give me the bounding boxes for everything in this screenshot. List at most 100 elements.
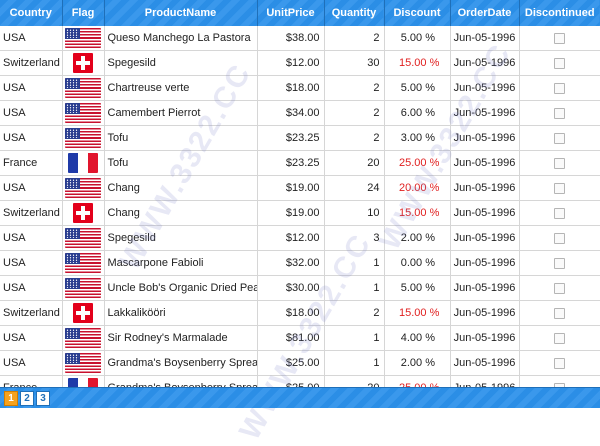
cell-discount: 5.00 % — [384, 275, 451, 301]
cell-country: USA — [0, 100, 63, 126]
cell-country: USA — [0, 250, 63, 276]
table-row[interactable]: France Tofu $23.25 20 25.00 % Jun-05-1996 — [0, 150, 600, 176]
cell-product-name: Spegesild — [104, 50, 258, 76]
cell-country: USA — [0, 125, 63, 151]
table-row[interactable]: USA Chang $19.00 24 20.00 % Jun-05-1996 — [0, 175, 600, 201]
discontinued-checkbox[interactable] — [554, 207, 566, 219]
cell-discount: 4.00 % — [384, 325, 451, 351]
discount-value: 25.00 % — [399, 157, 440, 169]
discontinued-checkbox[interactable] — [554, 357, 566, 369]
discontinued-checkbox[interactable] — [554, 257, 566, 269]
cell-unit-price: $38.00 — [257, 26, 325, 51]
discontinued-checkbox[interactable] — [554, 282, 566, 294]
column-header-productname[interactable]: ProductName — [104, 0, 258, 26]
discount-value: 3.00 % — [400, 132, 435, 144]
cell-discount: 2.00 % — [384, 225, 451, 251]
cell-discontinued — [519, 325, 600, 351]
discontinued-checkbox[interactable] — [554, 332, 566, 344]
discount-value: 4.00 % — [400, 332, 435, 344]
discontinued-checkbox[interactable] — [554, 157, 566, 169]
cell-discount: 5.00 % — [384, 75, 451, 101]
cell-discontinued — [519, 275, 600, 301]
table-row[interactable]: Switzerland Spegesild $12.00 30 15.00 % Jun-0… — [0, 50, 600, 76]
cell-order-date: Jun-05-1996 — [450, 175, 520, 201]
table-row[interactable]: USA Uncle Bob's Organic Dried Pears $30.00… — [0, 275, 600, 301]
table-row[interactable]: USA Spegesild $12.00 3 2.00 % Jun-05-1996 — [0, 225, 600, 251]
discount-value: 15.00 % — [399, 207, 440, 219]
cell-quantity: 2 — [324, 300, 385, 326]
column-header-orderdate[interactable]: OrderDate — [450, 0, 520, 26]
discount-value: 6.00 % — [400, 107, 435, 119]
discount-value: 15.00 % — [399, 57, 440, 69]
table-row[interactable]: USA Mascarpone Fabioli $32.00 1 0.00 % Jun-05… — [0, 250, 600, 276]
cell-quantity: 20 — [324, 150, 385, 176]
us-flag-icon — [65, 178, 101, 198]
cell-country: France — [0, 150, 63, 176]
cell-discount: 5.00 % — [384, 26, 451, 51]
cell-country: Switzerland — [0, 200, 63, 226]
table-row[interactable]: USA Grandma's Boysenberry Spread $25.00 1 2.… — [0, 350, 600, 376]
discontinued-checkbox[interactable] — [554, 32, 566, 44]
cell-discontinued — [519, 75, 600, 101]
cell-order-date: Jun-05-1996 — [450, 350, 520, 376]
cell-product-name: Chang — [104, 175, 258, 201]
column-header-unitprice[interactable]: UnitPrice — [257, 0, 325, 26]
france-flag-icon — [68, 153, 98, 173]
cell-quantity: 2 — [324, 100, 385, 126]
discontinued-checkbox[interactable] — [554, 57, 566, 69]
discontinued-checkbox[interactable] — [554, 307, 566, 319]
table-row[interactable]: Switzerland Lakkalikööri $18.00 2 15.00 % Jun… — [0, 300, 600, 326]
page-button-3[interactable]: 3 — [36, 391, 50, 406]
column-header-quantity[interactable]: Quantity — [324, 0, 385, 26]
table-row[interactable]: USA Tofu $23.25 2 3.00 % Jun-05-1996 — [0, 125, 600, 151]
cell-flag — [62, 225, 105, 251]
cell-quantity: 24 — [324, 175, 385, 201]
discount-value: 0.00 % — [400, 257, 435, 269]
table-row[interactable]: USA Sir Rodney's Marmalade $81.00 1 4.00 % Ju… — [0, 325, 600, 351]
discontinued-checkbox[interactable] — [554, 132, 566, 144]
column-header-discount[interactable]: Discount — [384, 0, 451, 26]
column-header-flag[interactable]: Flag — [62, 0, 105, 26]
table-row[interactable]: Switzerland Chang $19.00 10 15.00 % Jun-05-19… — [0, 200, 600, 226]
cell-order-date: Jun-05-1996 — [450, 300, 520, 326]
cell-quantity: 1 — [324, 275, 385, 301]
cell-flag — [62, 175, 105, 201]
cell-discount: 25.00 % — [384, 150, 451, 176]
cell-country: USA — [0, 350, 63, 376]
cell-flag — [62, 350, 105, 376]
table-row[interactable]: USA Chartreuse verte $18.00 2 5.00 % Jun-05-1… — [0, 75, 600, 101]
cell-discontinued — [519, 125, 600, 151]
discontinued-checkbox[interactable] — [554, 232, 566, 244]
swiss-flag-icon — [73, 203, 93, 223]
cell-discontinued — [519, 250, 600, 276]
grid-body: USA Queso Manchego La Pastora $38.00 2 5.00 … — [0, 26, 600, 401]
page-button-2[interactable]: 2 — [20, 391, 34, 406]
cell-order-date: Jun-05-1996 — [450, 150, 520, 176]
cell-unit-price: $30.00 — [257, 275, 325, 301]
cell-discontinued — [519, 175, 600, 201]
pager: 1 2 3 — [0, 387, 600, 408]
table-row[interactable]: USA Camembert Pierrot $34.00 2 6.00 % Jun-05-… — [0, 100, 600, 126]
cell-product-name: Grandma's Boysenberry Spread — [104, 350, 258, 376]
cell-discount: 15.00 % — [384, 200, 451, 226]
page-button-1[interactable]: 1 — [4, 391, 18, 406]
discontinued-checkbox[interactable] — [554, 107, 566, 119]
cell-order-date: Jun-05-1996 — [450, 75, 520, 101]
cell-product-name: Mascarpone Fabioli — [104, 250, 258, 276]
cell-country: Switzerland — [0, 50, 63, 76]
cell-flag — [62, 300, 105, 326]
cell-flag — [62, 250, 105, 276]
table-row[interactable]: USA Queso Manchego La Pastora $38.00 2 5.00 … — [0, 26, 600, 51]
cell-discount: 15.00 % — [384, 50, 451, 76]
discontinued-checkbox[interactable] — [554, 82, 566, 94]
column-header-country[interactable]: Country — [0, 0, 63, 26]
column-header-discontinued[interactable]: Discontinued — [519, 0, 600, 26]
us-flag-icon — [65, 28, 101, 48]
discount-value: 5.00 % — [400, 32, 435, 44]
us-flag-icon — [65, 278, 101, 298]
discount-value: 5.00 % — [400, 82, 435, 94]
cell-product-name: Camembert Pierrot — [104, 100, 258, 126]
cell-quantity: 3 — [324, 225, 385, 251]
discontinued-checkbox[interactable] — [554, 182, 566, 194]
discount-value: 20.00 % — [399, 182, 440, 194]
